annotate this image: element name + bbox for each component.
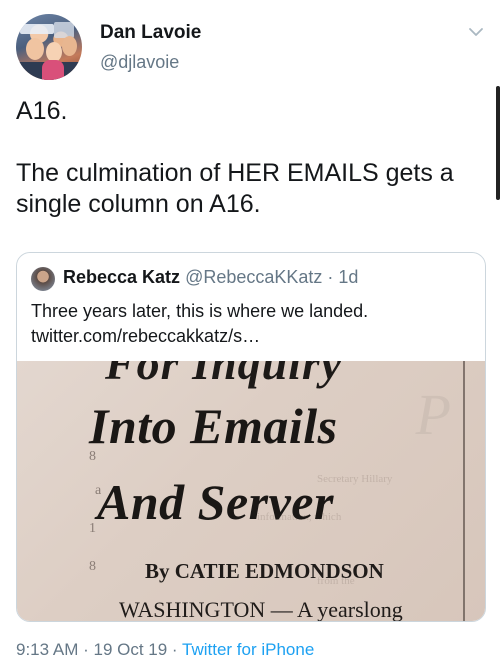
tweet-source-link[interactable]: Twitter for iPhone xyxy=(182,640,314,659)
tweet-time: 9:13 AM xyxy=(16,640,79,659)
quoted-tweet-header: Rebecca Katz @RebeccaKKatz · 1d xyxy=(63,267,358,288)
headline-line-1: Into Emails xyxy=(89,398,338,454)
quoted-author-name: Rebecca Katz xyxy=(63,267,181,287)
tweet-date[interactable]: 19 Oct 19 xyxy=(93,640,167,659)
meta-dot: · xyxy=(78,640,94,659)
scrollbar[interactable] xyxy=(496,86,500,200)
chevron-down-icon[interactable] xyxy=(468,24,484,40)
byline: By CATIE EDMONDSON xyxy=(145,559,384,583)
meta-dot-2: · xyxy=(167,640,183,659)
column-rule xyxy=(463,361,465,621)
quoted-author-handle: @RebeccaKKatz xyxy=(185,267,323,287)
author-name[interactable]: Dan Lavoie xyxy=(100,22,201,44)
author-handle[interactable]: @djlavoie xyxy=(100,52,179,73)
tweet-header: Dan Lavoie @djlavoie xyxy=(16,14,484,80)
tweet-meta: 9:13 AM · 19 Oct 19 · Twitter for iPhone xyxy=(16,640,314,660)
headline-line-2: And Server xyxy=(97,474,334,530)
quoted-tweet-age: 1d xyxy=(338,267,359,287)
quoted-author-avatar xyxy=(31,267,55,291)
tweet-text: A16. The culmination of HER EMAILS gets … xyxy=(16,97,454,218)
quoted-tweet[interactable]: Rebecca Katz @RebeccaKKatz · 1d Three ye… xyxy=(16,252,486,622)
headline-cut: For Inquiry xyxy=(105,361,343,389)
dateline: WASHINGTON — A yearslong xyxy=(119,597,403,622)
quoted-tweet-text: Three years later, this is where we land… xyxy=(31,301,369,346)
quoted-separator: · xyxy=(322,267,339,287)
quoted-tweet-image[interactable]: P Secretary Hillary information, which f… xyxy=(17,361,485,622)
author-avatar[interactable] xyxy=(16,14,82,80)
